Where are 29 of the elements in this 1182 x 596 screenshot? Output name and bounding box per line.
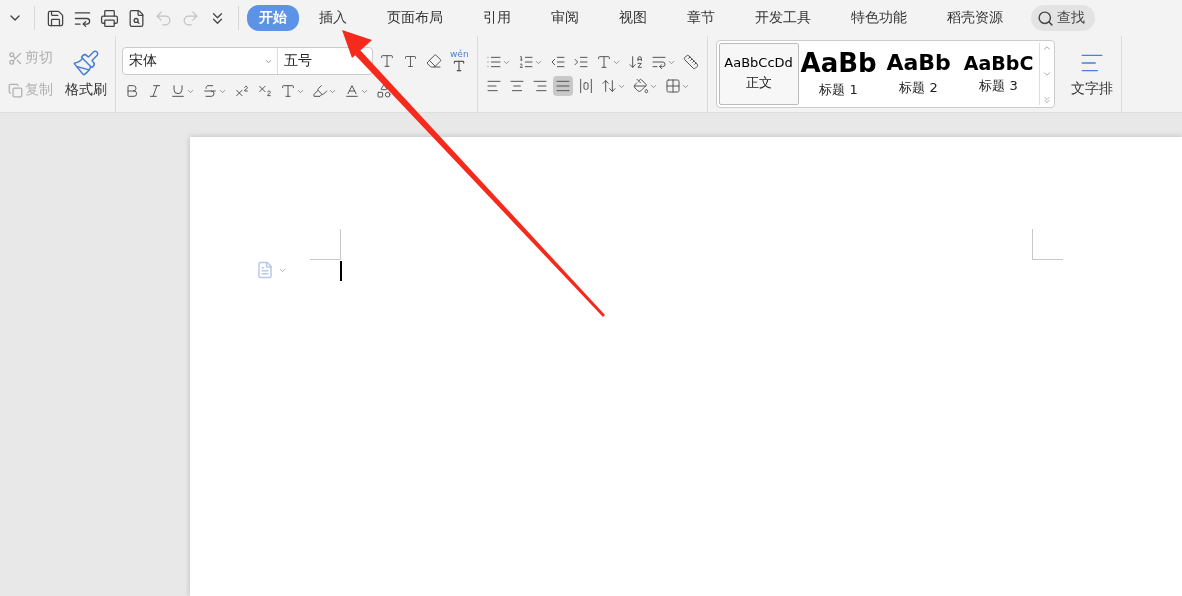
text-cursor xyxy=(340,261,342,281)
pinyin-button[interactable]: wén xyxy=(448,49,471,73)
format-painter-button[interactable]: 格式刷 xyxy=(63,47,109,101)
text-layout-button[interactable]: 文字排 xyxy=(1068,48,1115,100)
ribbon-tab[interactable]: 章节 xyxy=(675,5,727,31)
ribbon-tab[interactable]: 特色功能 xyxy=(839,5,919,31)
ribbon-tab[interactable]: 插入 xyxy=(307,5,359,31)
ribbon-tab[interactable]: 稻壳资源 xyxy=(935,5,1015,31)
search-icon xyxy=(1037,9,1054,27)
gallery-scrollbar[interactable] xyxy=(1038,43,1052,105)
ribbon-tab[interactable]: 审阅 xyxy=(539,5,591,31)
scroll-down-icon xyxy=(1041,69,1052,79)
copy-icon xyxy=(8,82,23,98)
ribbon-tab[interactable]: 视图 xyxy=(607,5,659,31)
expand-icon xyxy=(1041,95,1052,105)
margin-corner-mark xyxy=(1032,229,1063,260)
style-option[interactable]: AaBbCcDd 正文 xyxy=(718,43,799,105)
margin-corner-mark xyxy=(310,229,341,260)
ribbon-tab[interactable]: 引用 xyxy=(471,5,523,31)
ribbon-tab[interactable]: 页面布局 xyxy=(375,5,455,31)
scroll-up-icon xyxy=(1041,43,1052,53)
eraser-icon[interactable] xyxy=(424,51,444,71)
search-button[interactable]: 查找 xyxy=(1031,5,1095,31)
align-justify-icon[interactable] xyxy=(552,76,573,96)
scissors-icon xyxy=(8,50,23,66)
paintbrush-icon xyxy=(72,49,100,77)
ribbon-tab[interactable]: 开发工具 xyxy=(743,5,823,31)
letter-icon xyxy=(452,58,467,73)
paragraph-handle-icon[interactable] xyxy=(256,261,287,279)
